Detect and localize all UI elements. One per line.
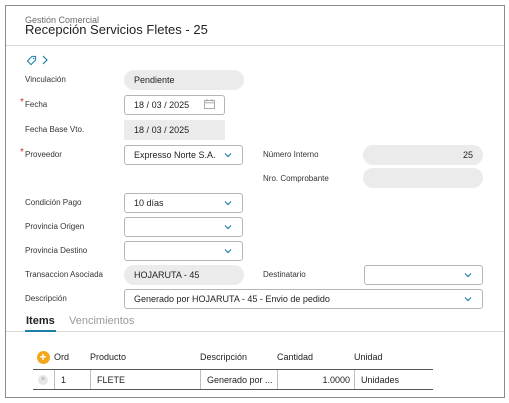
fecha-base-label: Fecha Base Vto. — [25, 125, 85, 134]
vinculacion-label: Vinculación — [25, 75, 66, 84]
transaccion-label: Transaccion Asociada — [25, 270, 103, 279]
table-row[interactable]: × 1 FLETE Generado por ... 1.0000 Unidad… — [33, 370, 433, 390]
cell-cantidad[interactable]: 1.0000 — [277, 370, 354, 389]
col-cantidad[interactable]: Cantidad — [277, 345, 354, 369]
provincia-origen-select[interactable] — [124, 217, 243, 237]
chevron-down-icon — [224, 249, 232, 254]
col-producto[interactable]: Producto — [90, 345, 200, 369]
descripcion-label: Descripción — [25, 294, 67, 303]
chevron-down-icon — [224, 153, 232, 158]
required-marker: * — [20, 147, 24, 158]
tag-icon[interactable] — [26, 55, 37, 66]
cell-producto[interactable]: FLETE — [90, 370, 200, 389]
provincia-destino-select[interactable] — [124, 241, 243, 261]
cell-ord[interactable]: 1 — [54, 370, 90, 389]
provincia-destino-label: Provincia Destino — [25, 246, 88, 255]
page-title: Recepción Servicios Fletes - 25 — [25, 22, 208, 37]
cell-descripcion[interactable]: Generado por ... — [200, 370, 277, 389]
chevron-down-icon — [464, 297, 472, 302]
tag-toolbar — [26, 54, 48, 66]
col-unidad[interactable]: Unidad — [354, 345, 433, 369]
cell-unidad[interactable]: Unidades — [354, 370, 433, 389]
chevron-down-icon — [464, 273, 472, 278]
vinculacion-status: Pendiente — [124, 70, 244, 90]
descripcion-select[interactable]: Generado por HOJARUTA - 45 - Envio de pe… — [124, 289, 483, 309]
proveedor-value: Expresso Norte S.A. — [134, 150, 216, 160]
vinculacion-value: Pendiente — [134, 75, 175, 85]
nro-comprobante-input[interactable] — [363, 168, 483, 188]
fecha-base-value: 18 / 03 / 2025 — [124, 120, 225, 140]
fecha-date-input[interactable]: 18 / 03 / 2025 — [124, 95, 225, 115]
fecha-month[interactable]: 03 — [152, 100, 162, 110]
col-descripcion[interactable]: Descripción — [200, 345, 276, 369]
proveedor-select[interactable]: Expresso Norte S.A. — [124, 145, 243, 165]
fecha-label: * Fecha — [20, 97, 48, 109]
numero-interno-label: Número Interno — [263, 150, 319, 159]
form-window: Gestión Comercial Recepción Servicios Fl… — [5, 5, 505, 398]
fecha-day[interactable]: 18 — [134, 100, 144, 110]
fecha-year[interactable]: 2025 — [169, 100, 189, 110]
descripcion-value: Generado por HOJARUTA - 45 - Envio de pe… — [134, 294, 330, 304]
required-marker: * — [20, 97, 24, 108]
add-row-button[interactable]: + — [36, 350, 50, 364]
nro-comprobante-label: Nro. Comprobante — [263, 174, 329, 183]
destinatario-select[interactable] — [364, 265, 483, 285]
tab-vencimientos[interactable]: Vencimientos — [69, 312, 134, 332]
transaccion-value: HOJARUTA - 45 — [124, 265, 244, 285]
grid-header: + Ord Producto Descripción Cantidad Unid… — [33, 345, 433, 370]
tab-items[interactable]: Items — [25, 312, 56, 332]
numero-interno-value: 25 — [363, 145, 483, 165]
delete-row-button[interactable]: × — [38, 374, 48, 385]
proveedor-label: * Proveedor — [20, 147, 62, 159]
calendar-icon[interactable] — [204, 99, 215, 111]
chevron-right-icon[interactable] — [42, 55, 48, 65]
form-header: Gestión Comercial Recepción Servicios Fl… — [6, 6, 504, 46]
condicion-pago-label: Condición Pago — [25, 198, 82, 207]
col-ord[interactable]: Ord — [54, 345, 88, 369]
chevron-down-icon — [224, 201, 232, 206]
condicion-pago-value: 10 días — [134, 198, 164, 208]
provincia-origen-label: Provincia Origen — [25, 222, 85, 231]
tab-bar: Items Vencimientos — [6, 312, 504, 332]
destinatario-label: Destinatario — [263, 270, 306, 279]
condicion-pago-select[interactable]: 10 días — [124, 193, 243, 213]
chevron-down-icon — [224, 225, 232, 230]
items-grid: + Ord Producto Descripción Cantidad Unid… — [33, 345, 433, 390]
